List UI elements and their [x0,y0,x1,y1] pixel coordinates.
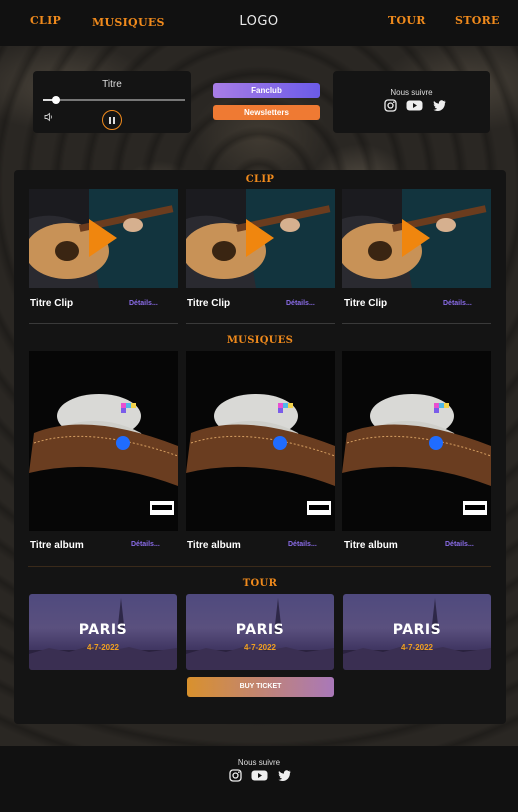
instagram-icon[interactable] [384,99,397,112]
album-title: Titre album [344,540,398,551]
follow-title: Nous suivre [390,88,433,97]
tour-city: PARIS [235,622,285,638]
buy-ticket-button[interactable]: BUY TICKET [187,677,334,697]
tour-city: PARIS [392,622,442,638]
player-track-title: Titre [102,79,122,90]
section-title-tour: TOUR [242,578,278,589]
album-cover-2[interactable] [186,351,335,531]
tour-date: 4-7-2022 [86,643,120,652]
clip-title: Titre Clip [30,298,74,309]
pause-icon [109,117,111,124]
clip-video-1[interactable] [29,189,178,288]
tour-city: PARIS [78,622,128,638]
nav-store[interactable]: STORE [455,14,500,27]
fanclub-button[interactable]: Fanclub [213,83,320,98]
twitter-icon[interactable] [433,99,446,112]
album-cover-1[interactable] [29,351,178,531]
album-title: Titre album [30,540,84,551]
logo[interactable]: LOGO [0,14,518,29]
twitter-icon[interactable] [278,769,291,782]
divider [342,323,491,324]
progress-slider[interactable] [43,96,185,104]
tour-date-card-1[interactable]: PARIS 4-7-2022 [29,594,177,670]
clip-title: Titre Clip [344,298,388,309]
footer: Nous suivre [0,746,518,812]
guitar-thumbnail [186,189,335,288]
tour-date: 4-7-2022 [243,643,277,652]
progress-knob[interactable] [51,96,60,104]
pause-icon-bar [113,117,115,124]
youtube-icon[interactable] [251,769,268,782]
album-artwork [342,351,491,531]
album-artwork [29,351,178,531]
section-title-musiques: MUSIQUES [226,335,294,346]
instagram-icon[interactable] [229,769,242,782]
divider [28,566,491,567]
volume-icon[interactable] [44,112,54,122]
guitar-thumbnail [342,189,491,288]
album-details-link[interactable]: Détails... [445,541,474,548]
album-cover-3[interactable] [342,351,491,531]
clip-details-link[interactable]: Détails... [286,300,315,307]
tour-date-card-2[interactable]: PARIS 4-7-2022 [186,594,334,670]
tour-date: 4-7-2022 [400,643,434,652]
follow-card: Nous suivre [333,71,490,133]
album-details-link[interactable]: Détails... [131,541,160,548]
clip-title: Titre Clip [187,298,231,309]
clip-details-link[interactable]: Détails... [443,300,472,307]
newsletters-button[interactable]: Newsletters [213,105,320,120]
section-title-clip: CLIP [245,174,275,185]
clip-video-3[interactable] [342,189,491,288]
footer-follow-title: Nous suivre [237,758,281,767]
pause-button[interactable] [102,110,122,130]
clip-video-2[interactable] [186,189,335,288]
divider [29,323,178,324]
tour-date-card-3[interactable]: PARIS 4-7-2022 [343,594,491,670]
album-artwork [186,351,335,531]
album-details-link[interactable]: Détails... [288,541,317,548]
divider [186,323,335,324]
nav-tour[interactable]: TOUR [388,14,426,27]
album-title: Titre album [187,540,241,551]
guitar-thumbnail [29,189,178,288]
audio-player: Titre [33,71,191,133]
clip-details-link[interactable]: Détails... [129,300,158,307]
top-nav: CLIP MUSIQUES LOGO TOUR STORE [0,0,518,46]
youtube-icon[interactable] [406,99,423,112]
